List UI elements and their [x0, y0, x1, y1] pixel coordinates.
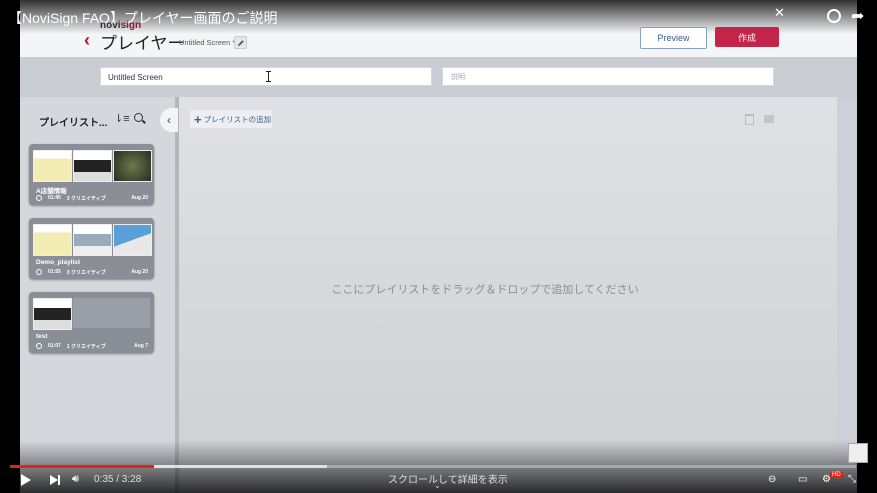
text-cursor-icon	[266, 71, 271, 82]
playlist-card[interactable]: test 01:07 1 クリエイティブ Aug 7	[29, 292, 154, 353]
subtitles-icon[interactable]: ▭	[798, 474, 807, 485]
playlist-date: Aug 7	[134, 343, 148, 349]
sidebar-title: プレイリスト...	[39, 118, 108, 129]
autoplay-toggle-icon[interactable]: ⊖	[768, 474, 776, 485]
playlist-duration: 01:07	[48, 343, 61, 349]
clock-icon	[36, 269, 42, 275]
close-icon[interactable]: ✕	[774, 5, 785, 21]
sidebar-divider	[175, 97, 179, 493]
playlist-card[interactable]: A店舗情報 01:45 3 クリエイティブ Aug 20	[29, 144, 154, 205]
clock-icon	[36, 195, 42, 201]
playlist-name: Demo_playlist	[36, 259, 81, 266]
creative-thumbnail	[73, 150, 112, 182]
copy-icon[interactable]	[764, 115, 774, 123]
playlist-date: Aug 20	[131, 195, 148, 201]
video-title[interactable]: 【NoviSign FAQ】プレイヤー画面のご説明	[8, 8, 278, 28]
next-icon[interactable]	[50, 475, 60, 485]
creative-thumbnail	[33, 298, 72, 330]
watch-later-icon[interactable]	[827, 9, 841, 23]
preview-button[interactable]: Preview	[640, 27, 707, 49]
plus-icon: +	[194, 111, 202, 127]
screen-name-input[interactable]: Untitled Screen	[100, 67, 432, 86]
playback-time: 0:35 / 3:28	[94, 474, 142, 485]
scroll-hint[interactable]: スクロールして詳細を表示	[388, 471, 508, 486]
create-button[interactable]: 作成	[715, 27, 779, 47]
screen-name-subtitle: Untitled Screen *	[179, 38, 236, 47]
creative-thumbnail	[113, 224, 152, 256]
playlist-meta: 01:55 3 クリエイティブ Aug 20	[36, 269, 148, 276]
playlist-meta: 01:07 1 クリエイティブ Aug 7	[36, 343, 148, 350]
add-playlist-label: プレイリストの追加	[203, 114, 272, 124]
playlist-name: A店舗情報	[36, 188, 67, 195]
creative-thumbnail	[33, 150, 72, 182]
trash-icon[interactable]	[745, 114, 754, 125]
playlist-card[interactable]: Demo_playlist 01:55 3 クリエイティブ Aug 20	[29, 218, 154, 279]
empty-thumbnail-slot	[73, 298, 150, 328]
channel-watermark[interactable]	[848, 443, 868, 463]
pencil-icon[interactable]	[234, 36, 247, 49]
playlist-duration: 01:55	[48, 269, 61, 275]
playlist-name: test	[36, 333, 48, 340]
description-input[interactable]: 説明:	[442, 67, 774, 86]
sort-icon[interactable]: ⇂≡	[114, 112, 130, 125]
share-icon[interactable]: ➦	[851, 6, 864, 26]
creative-thumbnail	[113, 150, 152, 182]
back-chevron-icon[interactable]: ‹	[84, 30, 90, 51]
play-icon[interactable]	[21, 474, 31, 486]
playlist-date: Aug 20	[131, 269, 148, 275]
progress-played	[10, 465, 154, 468]
playlist-creative-count: 3 クリエイティブ	[66, 270, 106, 276]
creative-thumbnail	[33, 224, 72, 256]
playlist-meta: 01:45 3 クリエイティブ Aug 20	[36, 195, 148, 202]
playlist-creative-count: 1 クリエイティブ	[66, 344, 106, 350]
playlist-duration: 01:45	[48, 195, 61, 201]
add-playlist-button[interactable]: + プレイリストの追加	[190, 110, 272, 128]
clock-icon	[36, 343, 42, 349]
hd-badge: HD	[830, 472, 843, 478]
volume-icon[interactable]: 🔊︎	[72, 473, 79, 486]
drop-hint: ここにプレイリストをドラッグ＆ドロップで追加してください	[331, 284, 639, 296]
page-title: プレイヤー	[100, 34, 185, 53]
search-icon[interactable]	[134, 113, 143, 122]
fullscreen-exit-icon[interactable]: ⤡	[848, 474, 856, 485]
playlist-creative-count: 3 クリエイティブ	[66, 196, 106, 202]
collapse-sidebar-button[interactable]: ‹	[160, 108, 178, 132]
chevron-down-icon[interactable]: ⌄	[434, 481, 441, 490]
creative-thumbnail	[73, 224, 112, 256]
